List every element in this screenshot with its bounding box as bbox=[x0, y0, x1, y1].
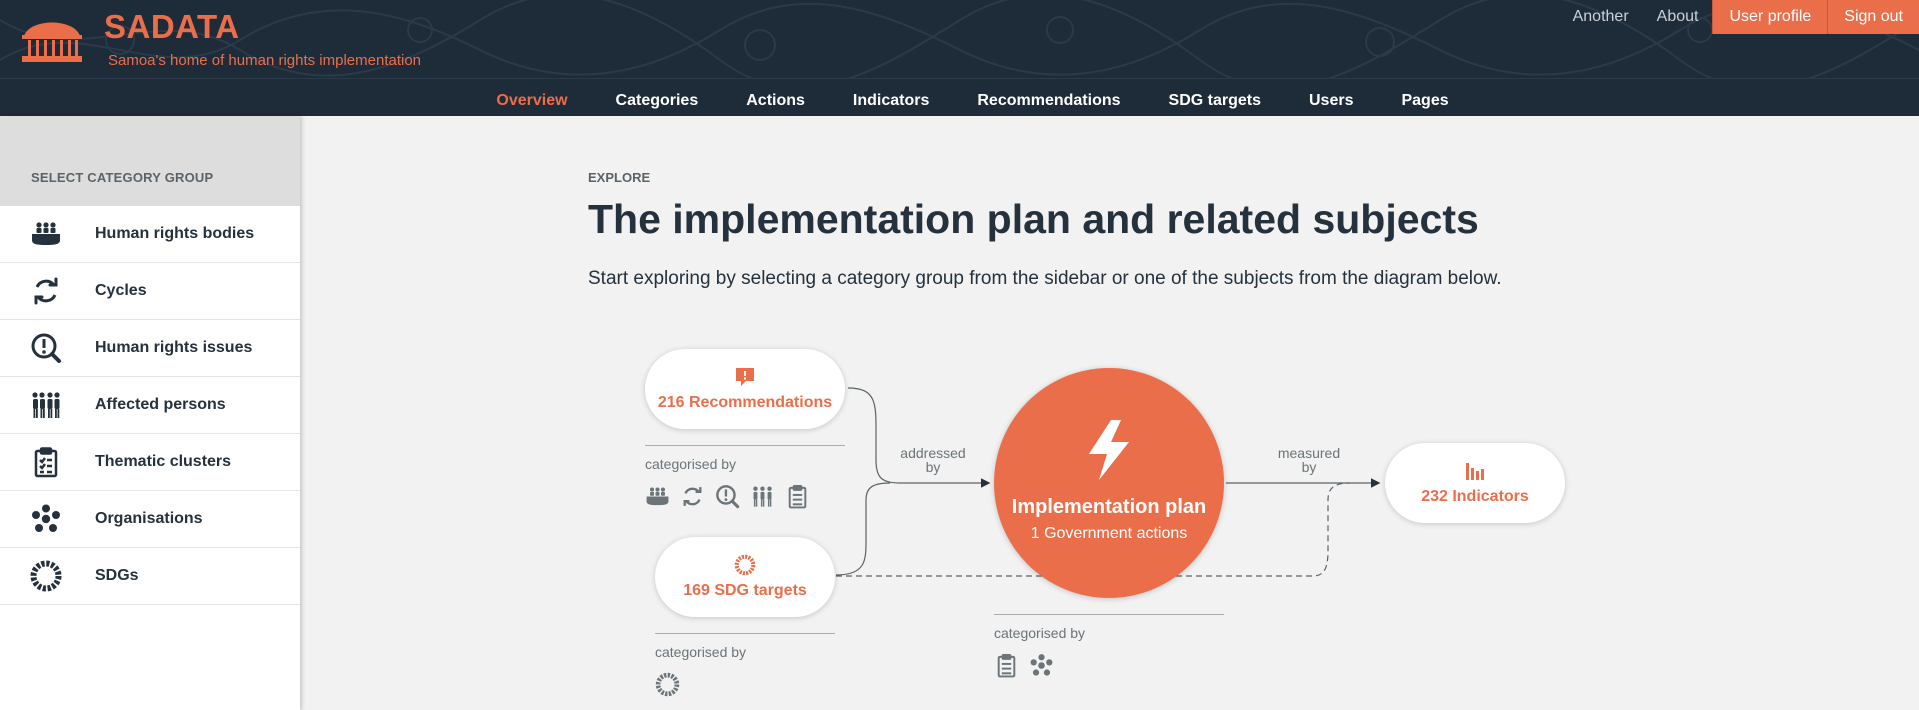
about-link[interactable]: About bbox=[1643, 0, 1713, 34]
sign-out-button[interactable]: Sign out bbox=[1827, 0, 1919, 34]
sidebar-item-label: Human rights bodies bbox=[95, 225, 255, 242]
sdgs-icon[interactable] bbox=[655, 672, 680, 697]
nav-item-sdg-targets[interactable]: SDG targets bbox=[1145, 79, 1285, 117]
brand-subtitle: Samoa's home of human rights implementat… bbox=[108, 52, 422, 69]
divider bbox=[655, 633, 835, 634]
indicators-node[interactable]: 232 Indicators bbox=[1385, 443, 1565, 523]
implementation-plan-subtitle: 1 Government actions bbox=[1030, 524, 1188, 542]
sidebar-item-label: Organisations bbox=[95, 510, 203, 527]
sdg-targets-categories: categorised by bbox=[655, 633, 835, 697]
recommendations-node[interactable]: 216 Recommendations bbox=[645, 349, 845, 429]
sidebar-item-organisations[interactable]: Organisations bbox=[0, 491, 300, 548]
human-rights-issues-icon bbox=[31, 333, 61, 363]
sdg-targets-node[interactable]: 169 SDG targets bbox=[655, 537, 835, 617]
sidebar: SELECT CATEGORY GROUP Human rights bodie… bbox=[0, 116, 300, 710]
page-title: The implementation plan and related subj… bbox=[588, 196, 1479, 242]
top-links: Another About User profile Sign out bbox=[1559, 0, 1919, 34]
brand-title: SADATA bbox=[104, 8, 240, 45]
edge-label-measured-by: measured by bbox=[1272, 446, 1346, 474]
categorised-by-label: categorised by bbox=[994, 625, 1086, 641]
cycles-icon bbox=[34, 277, 57, 305]
implementation-plan-categories: categorised by bbox=[994, 614, 1224, 678]
nav-item-categories[interactable]: Categories bbox=[592, 79, 723, 117]
human-rights-issues-icon[interactable] bbox=[715, 484, 740, 509]
implementation-plan-node[interactable]: Implementation plan 1 Government actions bbox=[994, 368, 1224, 598]
sidebar-item-human-rights-issues[interactable]: Human rights issues bbox=[0, 320, 300, 377]
affected-persons-icon[interactable] bbox=[750, 484, 775, 509]
sidebar-item-label: Affected persons bbox=[95, 396, 226, 413]
lightning-icon bbox=[1089, 419, 1129, 480]
organisations-icon bbox=[31, 504, 60, 532]
sidebar-item-human-rights-bodies[interactable]: Human rights bodies bbox=[0, 206, 300, 263]
intro-text: Start exploring by selecting a category … bbox=[588, 268, 1502, 289]
human-rights-bodies-icon[interactable] bbox=[645, 484, 670, 509]
sidebar-item-sdgs[interactable]: SDGs bbox=[0, 548, 300, 605]
bar-chart-icon bbox=[1466, 463, 1484, 480]
thematic-clusters-icon bbox=[34, 447, 57, 478]
sdgs-icon bbox=[30, 560, 61, 592]
nav-item-overview[interactable]: Overview bbox=[472, 79, 591, 117]
edge-label-addressed-by: addressed by bbox=[896, 446, 970, 474]
recommendations-categories: categorised by bbox=[645, 445, 845, 509]
thematic-clusters-icon[interactable] bbox=[994, 653, 1019, 678]
edge-label-line: addressed bbox=[900, 445, 966, 461]
implementation-plan-title: Implementation plan bbox=[1011, 495, 1207, 518]
sidebar-item-label: SDGs bbox=[95, 567, 139, 584]
indicators-count: 232 Indicators bbox=[1421, 488, 1529, 505]
nav-item-indicators[interactable]: Indicators bbox=[829, 79, 953, 117]
sidebar-heading: SELECT CATEGORY GROUP bbox=[0, 116, 300, 206]
sidebar-item-affected-persons[interactable]: Affected persons bbox=[0, 377, 300, 434]
thematic-clusters-icon[interactable] bbox=[785, 484, 810, 509]
fale-logo-icon bbox=[22, 22, 82, 62]
affected-persons-icon bbox=[31, 392, 60, 418]
sdg-wheel-icon bbox=[734, 554, 756, 576]
nav-item-actions[interactable]: Actions bbox=[722, 79, 829, 117]
sdg-targets-count: 169 SDG targets bbox=[683, 582, 807, 599]
categorised-by-label: categorised by bbox=[655, 644, 747, 660]
nav-item-recommendations[interactable]: Recommendations bbox=[953, 79, 1144, 117]
sidebar-item-label: Cycles bbox=[95, 282, 147, 299]
edge-label-line: measured bbox=[1277, 445, 1341, 461]
nav-item-users[interactable]: Users bbox=[1285, 79, 1377, 117]
edge-label-line: by bbox=[925, 459, 941, 475]
sidebar-item-label: Thematic clusters bbox=[95, 453, 232, 470]
speech-bubble-icon bbox=[736, 368, 754, 386]
sidebar-item-thematic-clusters[interactable]: Thematic clusters bbox=[0, 434, 300, 491]
cycles-icon[interactable] bbox=[680, 484, 705, 509]
categorised-by-label: categorised by bbox=[645, 456, 737, 472]
header: SADATA Samoa's home of human rights impl… bbox=[0, 0, 1919, 78]
nav-item-pages[interactable]: Pages bbox=[1377, 79, 1472, 117]
sidebar-item-label: Human rights issues bbox=[95, 339, 253, 356]
organisations-icon[interactable] bbox=[1029, 653, 1054, 678]
edge-label-line: by bbox=[1301, 459, 1317, 475]
eyebrow-label: EXPLORE bbox=[588, 170, 651, 185]
user-profile-button[interactable]: User profile bbox=[1712, 0, 1828, 34]
another-link[interactable]: Another bbox=[1559, 0, 1643, 34]
sidebar-item-cycles[interactable]: Cycles bbox=[0, 263, 300, 320]
divider bbox=[994, 614, 1224, 615]
divider bbox=[645, 445, 845, 446]
main-nav: Overview Categories Actions Indicators R… bbox=[0, 78, 1919, 116]
human-rights-bodies-icon bbox=[31, 222, 60, 245]
brand[interactable]: SADATA Samoa's home of human rights impl… bbox=[20, 10, 421, 69]
recommendations-count: 216 Recommendations bbox=[657, 394, 833, 411]
